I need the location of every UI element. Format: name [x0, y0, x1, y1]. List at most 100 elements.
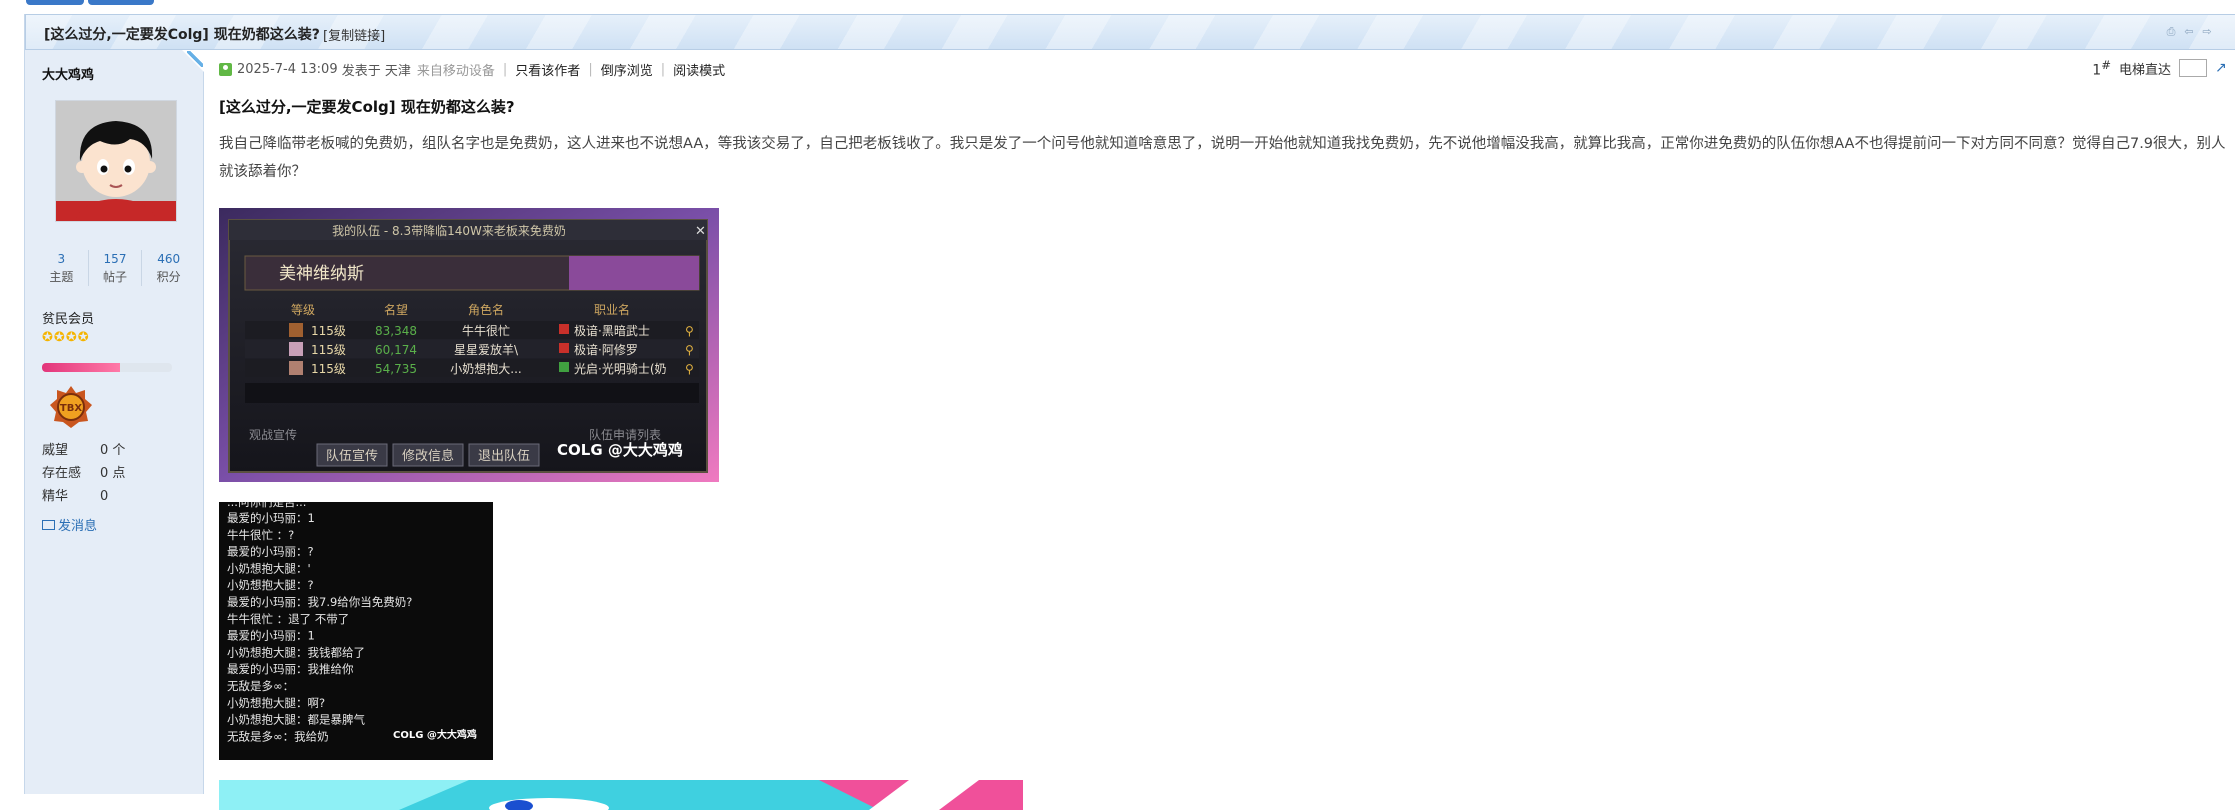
chat-line: 最爱的小玛丽：1 — [227, 629, 315, 643]
top-tab-button-1[interactable] — [26, 0, 84, 5]
post-title: [这么过分,一定要发Colg] 现在奶都这么装? — [219, 98, 515, 116]
row1-level: 115级 — [311, 324, 346, 338]
spectate-label: 观战宣传 — [249, 427, 297, 442]
info-digest: 精华 0 — [42, 485, 125, 508]
row1-fame: 83,348 — [375, 324, 417, 338]
info-digest-key: 精华 — [42, 489, 69, 504]
top-tab-button-2[interactable] — [88, 0, 154, 5]
floor-number-value: 1 — [2092, 62, 2102, 79]
third-image-preview — [219, 780, 1023, 810]
chat-line: 小奶想抱大腿：我钱都给了 — [227, 645, 365, 659]
party-window-screenshot: 我的队伍 - 8.3带降临140W来老板来免费奶 ✕ 美神维纳斯 等级 名望 角… — [219, 208, 719, 482]
chat-line: 牛牛很忙 ：? — [227, 528, 294, 542]
stat-credits-value: 460 — [157, 252, 181, 266]
stat-posts[interactable]: 157 帖子 — [89, 250, 143, 286]
col-job: 职业名 — [594, 302, 630, 317]
medal-icon: TBX — [50, 386, 92, 428]
chat-line: 牛牛很忙 ：退了 不带了 — [227, 612, 349, 626]
elevator-label: 电梯直达 — [2118, 62, 2171, 78]
send-message-link[interactable]: 发消息 — [42, 515, 97, 534]
author-info: 威望 0 个 存在感 0 点 精华 0 — [42, 439, 125, 508]
prev-icon[interactable]: ⇦ — [2183, 26, 2195, 38]
col-name: 角色名 — [468, 302, 504, 317]
info-presence: 存在感 0 点 — [42, 462, 125, 485]
floor-jump: 1# 电梯直达 ↗ — [2092, 58, 2229, 79]
stat-topics-label: 主题 — [49, 270, 74, 284]
floor-jump-input[interactable] — [2179, 59, 2207, 78]
envelope-icon — [42, 520, 55, 530]
thread-title: [这么过分,一定要发Colg] 现在奶都这么装? — [44, 27, 320, 43]
stat-credits[interactable]: 460 积分 — [142, 250, 195, 286]
send-message-label: 发消息 — [58, 519, 98, 534]
corner-ribbon-icon — [187, 51, 203, 67]
info-presence-value: 0 点 — [100, 466, 126, 481]
party-window-title: 我的队伍 - 8.3带降临140W来老板来免费奶 — [332, 223, 566, 238]
level-progress-fill — [42, 363, 120, 372]
search-icon: ⚲ — [685, 343, 694, 357]
chat-line: 无敌是多∞： — [227, 679, 294, 693]
avatar[interactable] — [55, 100, 177, 243]
col-fame: 名望 — [384, 302, 408, 317]
info-reputation-value: 0 个 — [100, 443, 126, 458]
attachment-image-party[interactable]: 我的队伍 - 8.3带降临140W来老板来免费奶 ✕ 美神维纳斯 等级 名望 角… — [219, 208, 719, 482]
medal-text: TBX — [60, 403, 82, 414]
search-icon: ⚲ — [685, 362, 694, 376]
chat-line: 小奶想抱大腿：' — [227, 561, 311, 575]
reading-mode-link[interactable]: 阅读模式 — [673, 60, 725, 79]
row1-job: 极谙·黑暗武士 — [574, 323, 650, 338]
chat-line: 无敌是多∞：我给奶 — [227, 729, 329, 743]
watermark-2: COLG @大大鸡鸡 — [393, 728, 477, 741]
thread-container: [这么过分,一定要发Colg] 现在奶都这么装? [复制链接] ⎙ ⇦ ⇨ 大大… — [24, 14, 2235, 810]
medal-badge[interactable]: TBX — [49, 385, 93, 429]
chat-line: 最爱的小玛丽：1 — [227, 511, 315, 525]
chat-line: 小奶想抱大腿：啊? — [227, 696, 325, 710]
next-icon[interactable]: ⇨ — [2201, 26, 2213, 38]
stat-posts-label: 帖子 — [103, 270, 128, 284]
copy-link-button[interactable]: [复制链接] — [323, 25, 385, 44]
row2-name: 星星爱放羊\ — [454, 342, 519, 357]
print-icon[interactable]: ⎙ — [2165, 26, 2177, 38]
row1-name: 牛牛很忙 — [462, 323, 510, 338]
author-stats: 3 主题 157 帖子 460 积分 — [35, 250, 195, 286]
only-author-link[interactable]: 只看该作者 — [515, 60, 580, 79]
chat-line: 最爱的小玛丽：? — [227, 545, 314, 559]
author-name[interactable]: 大大鸡鸡 — [42, 64, 94, 83]
stat-credits-label: 积分 — [156, 270, 181, 284]
title-bar-tools: ⎙ ⇦ ⇨ — [2165, 26, 2213, 38]
stat-topics-value: 3 — [57, 252, 66, 266]
row3-name: 小奶想抱大... — [450, 361, 521, 376]
floor-number[interactable]: 1# — [2092, 58, 2111, 79]
stat-topics[interactable]: 3 主题 — [35, 250, 89, 286]
separator: | — [660, 62, 666, 77]
chat-line: 小奶想抱大腿：都是暴脾气 — [227, 713, 365, 727]
post-device: 来自移动设备 — [416, 64, 495, 79]
close-icon: ✕ — [695, 224, 706, 239]
info-reputation: 威望 0 个 — [42, 439, 125, 462]
apply-list-label: 队伍申请列表 — [589, 427, 661, 442]
chat-line: 最爱的小玛丽：我推给你 — [227, 662, 354, 676]
info-digest-value: 0 — [100, 489, 109, 504]
party-name: 美神维纳斯 — [279, 264, 364, 284]
chat-line: 小奶想抱大腿：? — [227, 578, 314, 592]
star-icon: ✪ — [77, 330, 89, 345]
chat-top-cut-line: ...问你们是否... — [227, 502, 306, 509]
btn-edit: 修改信息 — [402, 448, 454, 464]
btn-leave: 退出队伍 — [478, 449, 530, 464]
post-timestamp: 2025-7-4 13:09 — [237, 62, 338, 77]
level-progress-bar — [42, 363, 172, 372]
reverse-order-link[interactable]: 倒序浏览 — [601, 60, 653, 79]
chat-log-screenshot: ...问你们是否... 最爱的小玛丽：1 牛牛很忙 ：? 最爱的小玛丽：? 小奶想抱大… — [219, 495, 493, 760]
info-reputation-key: 威望 — [42, 443, 69, 458]
attachment-image-chat[interactable]: ...问你们是否... 最爱的小玛丽：1 牛牛很忙 ：? 最爱的小玛丽：? 小奶想抱大… — [219, 495, 493, 760]
user-group[interactable]: 贫民会员 — [42, 308, 94, 327]
search-icon: ⚲ — [685, 324, 694, 338]
go-arrow-icon[interactable]: ↗ — [2215, 61, 2229, 75]
rank-stars: ✪ ✪ ✪ ✪ — [42, 331, 89, 344]
cartoon-avatar-icon — [56, 101, 176, 243]
row3-fame: 54,735 — [375, 362, 417, 376]
chat-line: 最爱的小玛丽：我7.9给你当免费奶? — [227, 595, 412, 609]
floor-suffix: # — [2101, 58, 2111, 72]
attachment-image-3[interactable] — [219, 780, 1023, 810]
row2-fame: 60,174 — [375, 343, 417, 357]
row2-job: 极谙·阿修罗 — [574, 342, 638, 357]
